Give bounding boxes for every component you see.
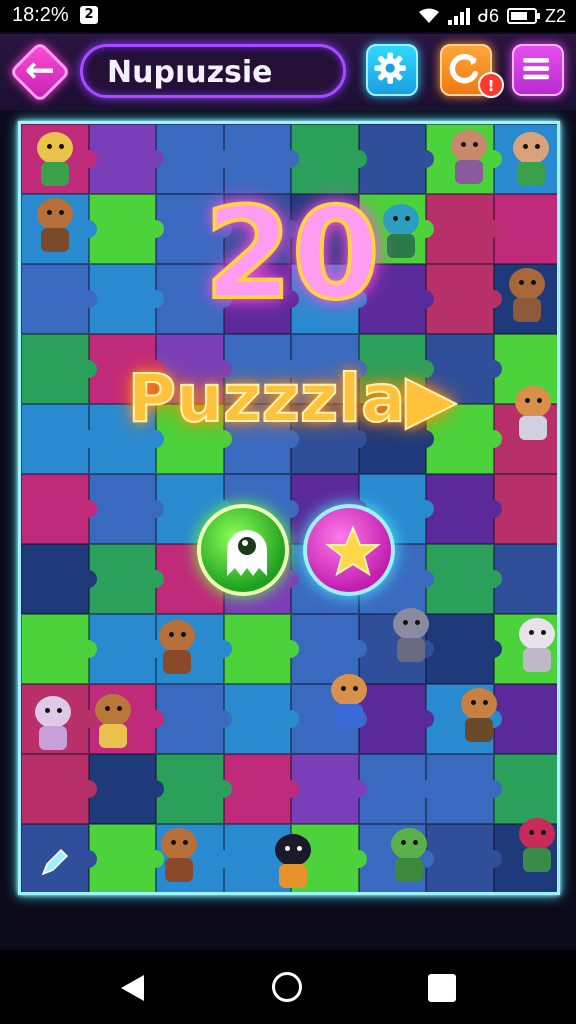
axolotl-character xyxy=(25,692,81,752)
level-number: 20 xyxy=(202,178,381,329)
ghost-icon xyxy=(227,530,267,576)
deer-character xyxy=(27,128,83,188)
signal-icon xyxy=(447,7,470,25)
puzzle-piece[interactable] xyxy=(88,614,164,684)
explorer-character xyxy=(503,128,557,188)
puzzle-piece[interactable] xyxy=(358,754,434,824)
title-pill: Nupıuzsie xyxy=(80,44,346,98)
mouse-character xyxy=(441,126,497,186)
status-time: 18:2% xyxy=(12,4,69,26)
arrow-left-icon: ← xyxy=(24,50,56,91)
boy-character xyxy=(321,670,377,730)
goat-character xyxy=(509,614,557,674)
puzzle-piece[interactable] xyxy=(21,754,96,824)
pencil-icon[interactable] xyxy=(39,848,69,878)
square-recents-icon[interactable] xyxy=(428,974,456,1002)
ghost-button[interactable] xyxy=(197,504,289,596)
puzzle-piece[interactable] xyxy=(426,754,501,824)
puzzle-piece[interactable] xyxy=(223,614,299,684)
kangaroo-character xyxy=(149,616,205,676)
level-name: Puzzzla▶ xyxy=(127,359,458,438)
notification-icon: 2 xyxy=(80,6,98,24)
battery-label: Z2 xyxy=(544,5,566,26)
hamburger-menu-icon xyxy=(523,58,550,80)
top-bar: ← Nupıuzsie ! xyxy=(0,34,576,110)
puzzle-piece[interactable] xyxy=(88,474,164,544)
settings-button[interactable] xyxy=(366,44,418,96)
notification-badge: ! xyxy=(478,72,504,98)
puzzle-piece[interactable] xyxy=(223,754,299,824)
puzzle-piece[interactable] xyxy=(291,754,366,824)
star-icon xyxy=(325,525,381,577)
wifi-icon xyxy=(418,8,439,23)
puzzle-piece[interactable] xyxy=(21,544,96,614)
puzzle-piece[interactable] xyxy=(156,754,231,824)
rhino-character xyxy=(383,604,439,664)
puzzle-piece[interactable] xyxy=(88,824,164,892)
carrier-label: ᑯ6 xyxy=(477,5,499,26)
ninja-character xyxy=(265,830,321,890)
status-bar: 18:2% 2 ᑯ6 Z2 xyxy=(0,0,576,32)
kangaroo-bottom-character xyxy=(151,824,207,884)
puzzle-piece[interactable] xyxy=(88,544,164,614)
puzzle-piece[interactable] xyxy=(21,614,96,684)
star-button[interactable] xyxy=(303,504,395,596)
battery-icon xyxy=(506,8,540,24)
puzzle-piece[interactable] xyxy=(493,474,557,544)
cat-character xyxy=(85,690,141,750)
page-title: Nupıuzsie xyxy=(107,55,273,90)
dragon-character xyxy=(381,824,437,884)
puzzle-piece[interactable] xyxy=(21,474,96,544)
puzzle-piece[interactable] xyxy=(88,754,164,824)
gear-icon xyxy=(374,52,406,84)
puzzle-piece[interactable] xyxy=(156,684,231,754)
puzzle-piece[interactable] xyxy=(493,544,557,614)
puzzle-board: 20 Puzzzla▶ xyxy=(18,121,560,895)
triangle-back-icon[interactable] xyxy=(118,973,148,1003)
hiker-character xyxy=(451,684,507,744)
status-icons: ᑯ6 Z2 xyxy=(418,4,566,28)
robot-character xyxy=(509,814,557,874)
puzzle-piece[interactable] xyxy=(426,474,501,544)
circle-home-icon[interactable] xyxy=(272,972,302,1002)
menu-button[interactable] xyxy=(512,44,564,96)
puzzle-piece[interactable] xyxy=(223,684,299,754)
back-button[interactable]: ← xyxy=(8,40,72,104)
system-nav-bar xyxy=(0,950,576,1024)
